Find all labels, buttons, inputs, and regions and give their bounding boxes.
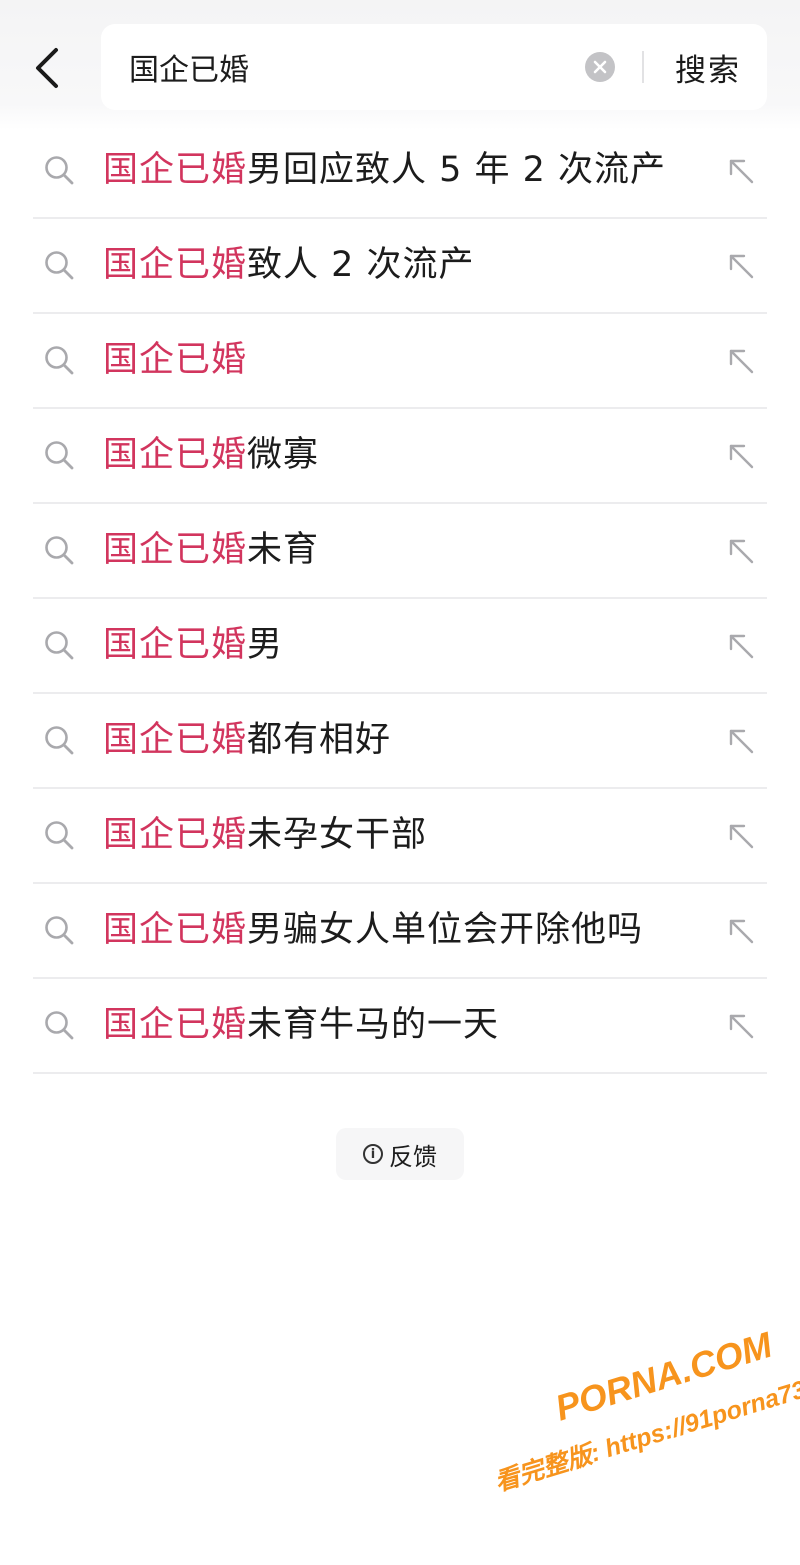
suggestion-highlight: 国企已婚 <box>103 910 248 950</box>
search-header: 搜索 <box>0 0 800 130</box>
suggestion-rest: 都有相好 <box>247 720 392 760</box>
search-icon <box>45 916 74 945</box>
search-input[interactable] <box>129 24 569 110</box>
arrow-up-left-icon[interactable] <box>727 632 755 660</box>
watermark-brand: PORNA.COM <box>550 1323 777 1429</box>
chevron-left-icon <box>36 48 58 88</box>
search-icon <box>45 536 74 565</box>
suggestion-rest: 未育 <box>247 530 320 570</box>
suggestion-text: 国企已婚男骗女人单位会开除他吗 <box>103 884 643 977</box>
suggestion-text: 国企已婚男 <box>103 599 283 692</box>
clear-circle-icon <box>593 60 607 74</box>
suggestion-text: 国企已婚微寡 <box>103 409 319 502</box>
suggestion-item[interactable]: 国企已婚男骗女人单位会开除他吗 <box>33 884 767 979</box>
suggestion-item[interactable]: 国企已婚男 <box>33 599 767 694</box>
arrow-up-left-icon[interactable] <box>727 347 755 375</box>
info-icon: i <box>363 1144 383 1164</box>
suggestion-text: 国企已婚男回应致人 5 年 2 次流产 <box>103 124 666 217</box>
feedback-button[interactable]: i 反馈 <box>336 1128 464 1180</box>
watermark: PORNA.COM 看完整版: https://91porna73.com <box>455 1286 800 1548</box>
suggestion-item[interactable]: 国企已婚未孕女干部 <box>33 789 767 884</box>
search-button[interactable]: 搜索 <box>663 24 753 110</box>
search-divider <box>642 51 644 83</box>
suggestion-item[interactable]: 国企已婚都有相好 <box>33 694 767 789</box>
suggestion-text: 国企已婚都有相好 <box>103 694 391 787</box>
suggestion-highlight: 国企已婚 <box>103 815 248 855</box>
suggestion-highlight: 国企已婚 <box>103 150 248 190</box>
search-icon <box>45 726 74 755</box>
suggestion-list: 国企已婚男回应致人 5 年 2 次流产 国企已婚致人 2 次流产 国企已婚 国企… <box>33 124 767 1074</box>
arrow-up-left-icon[interactable] <box>727 1012 755 1040</box>
suggestion-text: 国企已婚未育 <box>103 504 319 597</box>
search-icon <box>45 346 74 375</box>
suggestion-highlight: 国企已婚 <box>103 340 248 380</box>
suggestion-item[interactable]: 国企已婚男回应致人 5 年 2 次流产 <box>33 124 767 219</box>
watermark-url: 看完整版: https://91porna73.com <box>491 1358 800 1497</box>
suggestion-highlight: 国企已婚 <box>103 435 248 475</box>
arrow-up-left-icon[interactable] <box>727 727 755 755</box>
arrow-up-left-icon[interactable] <box>727 252 755 280</box>
suggestion-rest: 微寡 <box>247 435 320 475</box>
arrow-up-left-icon[interactable] <box>727 822 755 850</box>
suggestion-highlight: 国企已婚 <box>103 720 248 760</box>
arrow-up-left-icon[interactable] <box>727 917 755 945</box>
search-icon <box>45 441 74 470</box>
suggestion-rest: 男 <box>247 625 284 665</box>
suggestion-highlight: 国企已婚 <box>103 530 248 570</box>
feedback-label: 反馈 <box>389 1142 437 1171</box>
arrow-up-left-icon[interactable] <box>727 442 755 470</box>
suggestion-text: 国企已婚未孕女干部 <box>103 789 427 882</box>
suggestion-item[interactable]: 国企已婚未育牛马的一天 <box>33 979 767 1074</box>
suggestion-item[interactable]: 国企已婚 <box>33 314 767 409</box>
suggestion-rest: 未孕女干部 <box>247 815 428 855</box>
suggestion-text: 国企已婚未育牛马的一天 <box>103 979 499 1072</box>
suggestion-highlight: 国企已婚 <box>103 245 248 285</box>
arrow-up-left-icon[interactable] <box>727 157 755 185</box>
suggestion-highlight: 国企已婚 <box>103 1005 248 1045</box>
suggestion-rest: 男骗女人单位会开除他吗 <box>247 910 644 950</box>
search-icon <box>45 156 74 185</box>
suggestion-item[interactable]: 国企已婚致人 2 次流产 <box>33 219 767 314</box>
suggestion-text: 国企已婚致人 2 次流产 <box>103 219 475 312</box>
search-icon <box>45 821 74 850</box>
clear-button[interactable] <box>585 52 615 82</box>
suggestion-rest: 未育牛马的一天 <box>247 1005 500 1045</box>
suggestion-item[interactable]: 国企已婚未育 <box>33 504 767 599</box>
suggestion-rest: 男回应致人 5 年 2 次流产 <box>247 150 667 190</box>
search-icon <box>45 631 74 660</box>
search-icon <box>45 1011 74 1040</box>
arrow-up-left-icon[interactable] <box>727 537 755 565</box>
search-icon <box>45 251 74 280</box>
suggestion-highlight: 国企已婚 <box>103 625 248 665</box>
search-box: 搜索 <box>101 24 767 110</box>
back-button[interactable] <box>22 40 72 96</box>
suggestion-text: 国企已婚 <box>103 314 247 407</box>
suggestion-rest: 致人 2 次流产 <box>247 245 475 285</box>
suggestion-item[interactable]: 国企已婚微寡 <box>33 409 767 504</box>
